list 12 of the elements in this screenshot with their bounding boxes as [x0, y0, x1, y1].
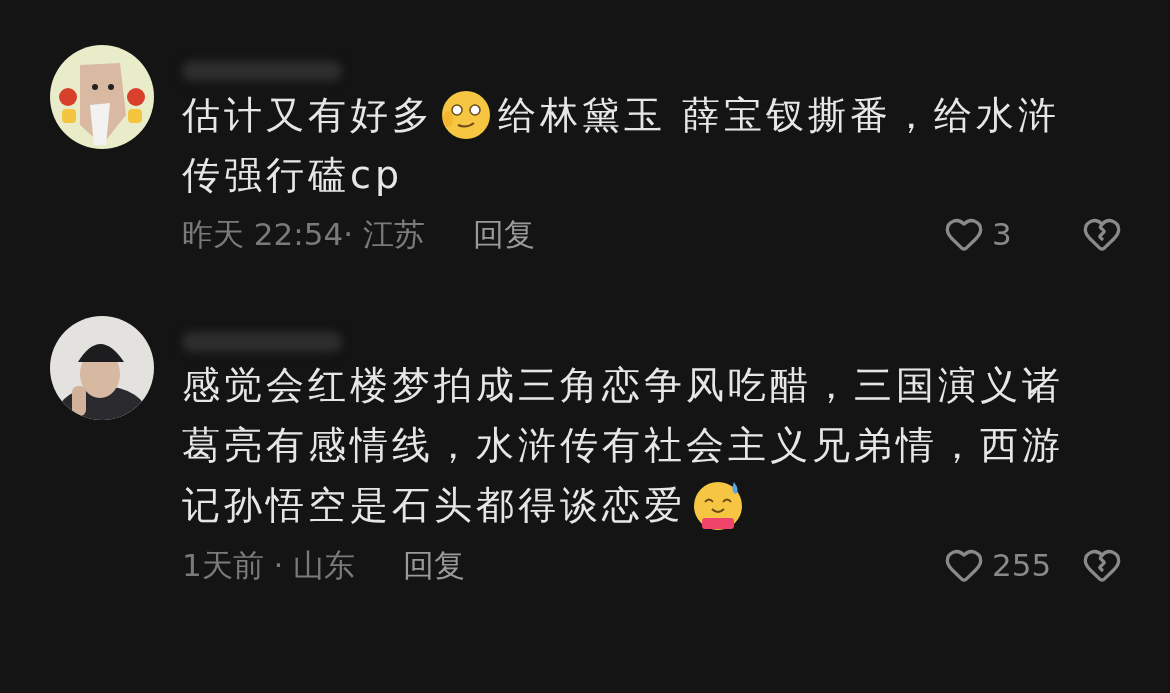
comment-text: 估计又有好多 [182, 91, 434, 139]
comment-text: 记孙悟空是石头都得谈恋爱 [182, 482, 686, 529]
comment-text: 传强行磕cp [182, 151, 403, 199]
timestamp-location: 昨天 22:54· 江苏 [182, 215, 425, 254]
like-count: 255 [992, 545, 1053, 585]
timestamp-location: 1天前 · 山东 [182, 545, 356, 585]
comment-text: 感觉会红楼梦拍成三角恋争风吃醋，三国演义诸 [182, 362, 1064, 409]
like-count: 3 [992, 215, 1013, 254]
comment-text: 给林黛玉 薛宝钗撕番，给水浒 [498, 91, 1061, 139]
reply-button[interactable]: 回复 [403, 541, 466, 588]
reply-button[interactable]: 回复 [472, 211, 535, 258]
comment-text: 葛亮有感情线，水浒传有社会主义兄弟情，西游 [182, 422, 1064, 469]
